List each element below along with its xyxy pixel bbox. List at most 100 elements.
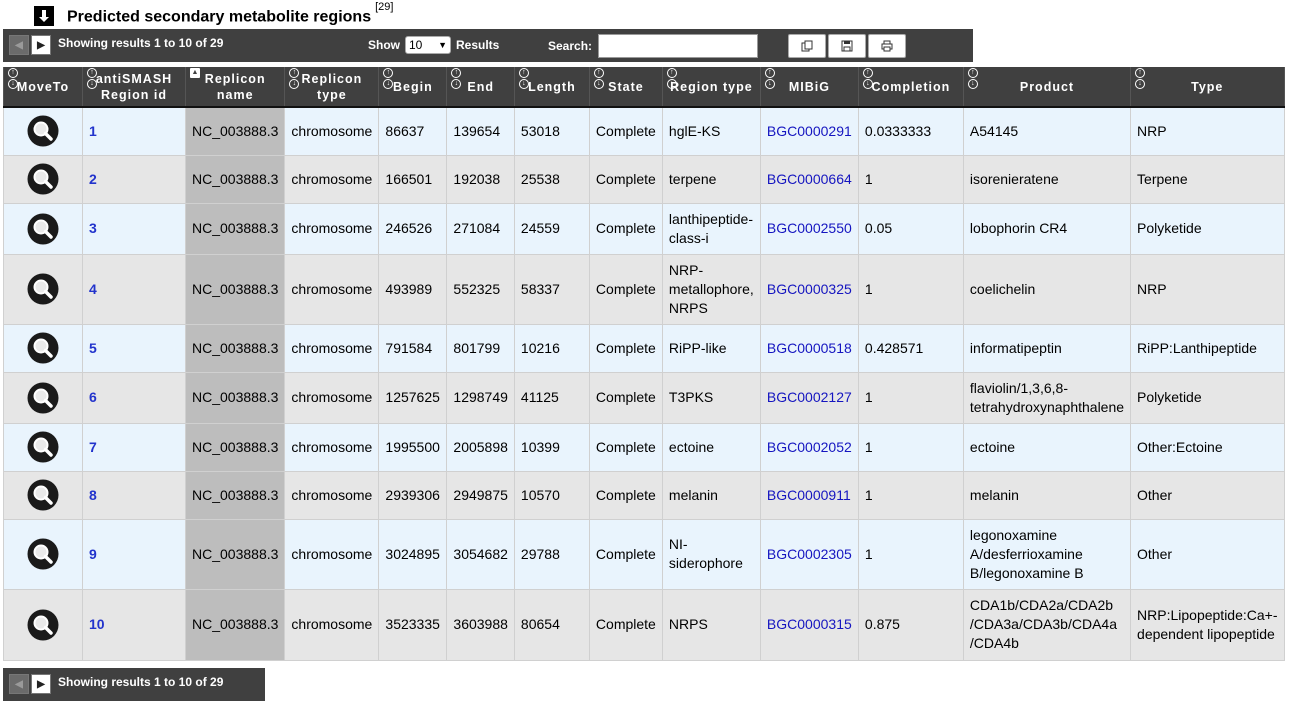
copy-button[interactable] xyxy=(788,34,826,58)
column-header[interactable]: ↑ ↓ Completion xyxy=(857,67,964,108)
mibig-link[interactable]: BGC0000664 xyxy=(767,171,852,187)
begin-value: 2939306 xyxy=(385,486,440,503)
replicon-type-cell: chromosome xyxy=(284,422,380,472)
section-header: Predicted secondary metabolite regions[2… xyxy=(34,1,393,27)
sort-arrows-icon[interactable]: ↑ ↓ xyxy=(666,68,677,90)
column-header[interactable]: ▲ Replicon name xyxy=(184,67,286,108)
print-button[interactable] xyxy=(868,34,906,58)
length-value-cell: 80654 xyxy=(513,588,590,661)
region-id-link[interactable]: 9 xyxy=(89,546,97,562)
magnifier-icon[interactable] xyxy=(27,609,59,641)
column-header[interactable]: ↑ ↓ Length xyxy=(513,67,590,108)
length-value: 80654 xyxy=(520,616,560,632)
magnifier-icon[interactable] xyxy=(27,332,59,364)
region-id-link-cell: 6 xyxy=(82,371,186,424)
sort-arrows-icon[interactable]: ↑ ↓ xyxy=(451,68,462,90)
table-row: 8 NC_003888.3 chromosome 2939306 2949875 1057… xyxy=(3,470,1285,520)
region-id-link[interactable]: 3 xyxy=(89,220,97,236)
column-header[interactable]: ↑ ↓ Begin xyxy=(378,67,448,108)
mibig-link[interactable]: BGC0002550 xyxy=(767,220,852,236)
begin-value-cell: 1257625 xyxy=(378,371,448,424)
sort-arrows-icon[interactable]: ↑ ↓ xyxy=(8,68,18,90)
end-value: 3054682 xyxy=(453,545,508,562)
magnifier-icon[interactable] xyxy=(27,479,59,511)
sort-arrows-icon[interactable]: ↑ ↓ xyxy=(383,68,394,90)
chevron-down-icon: ▼ xyxy=(438,40,447,50)
table-row: 4 NC_003888.3 chromosome 493989 552325 58337 C… xyxy=(3,253,1285,325)
mibig-link[interactable]: BGC0000911 xyxy=(767,487,851,503)
column-header-label: antiSMASH Region id xyxy=(95,71,173,102)
magnifier-icon[interactable] xyxy=(27,273,59,305)
column-header[interactable]: ↑ ↓ Replicon type xyxy=(284,67,380,108)
magnifier-icon[interactable] xyxy=(27,163,59,195)
length-value-cell: 10570 xyxy=(513,470,590,520)
state-value: Complete xyxy=(595,438,656,455)
region-id-link[interactable]: 1 xyxy=(89,123,97,139)
completion-value: 1 xyxy=(864,486,873,503)
column-header[interactable]: ↑ ↓ MoveTo xyxy=(3,67,83,108)
prev-page-button[interactable]: ◀ xyxy=(9,674,29,694)
region-id-link[interactable]: 5 xyxy=(89,340,97,356)
search-input[interactable] xyxy=(598,34,758,58)
sort-arrows-icon[interactable]: ↑ ↓ xyxy=(967,68,978,90)
citation-count[interactable]: [29] xyxy=(375,1,393,13)
mibig-link[interactable]: BGC0000325 xyxy=(767,281,852,297)
mibig-link[interactable]: BGC0000518 xyxy=(767,340,852,356)
replicon-type: chromosome xyxy=(291,389,373,405)
region-id-link[interactable]: 2 xyxy=(89,171,97,187)
begin-value-cell: 3024895 xyxy=(378,518,448,590)
end-value: 271084 xyxy=(453,220,501,236)
region-id-link[interactable]: 7 xyxy=(89,439,97,455)
region-id-link[interactable]: 8 xyxy=(89,487,97,503)
sort-arrows-icon[interactable]: ↑ ↓ xyxy=(518,68,529,90)
table-toolbar: ◀ ▶ Showing results 1 to 10 of 29 Show 1… xyxy=(3,29,973,62)
completion-value-cell: 0.05 xyxy=(857,202,964,255)
column-header[interactable]: ↑ ↓ Type xyxy=(1130,67,1285,108)
sort-arrows-icon[interactable]: ↑ ↓ xyxy=(289,68,300,90)
region-id-link[interactable]: 10 xyxy=(89,616,105,632)
sort-arrows-icon[interactable]: ↑ ↓ xyxy=(1135,68,1146,90)
sort-arrows-icon[interactable]: ↑ ↓ xyxy=(593,68,604,90)
column-header[interactable]: ↑ ↓ Product xyxy=(962,67,1132,108)
magnifier-icon[interactable] xyxy=(27,431,59,463)
type-value-cell: Other xyxy=(1130,518,1285,590)
magnifier-icon[interactable] xyxy=(27,115,59,147)
collapse-arrow-icon[interactable] xyxy=(34,6,54,26)
column-header[interactable]: ↑ ↓ End xyxy=(446,67,515,108)
region-id-link[interactable]: 4 xyxy=(89,281,97,297)
region-type-cell: T3PKS xyxy=(661,371,761,424)
next-page-button[interactable]: ▶ xyxy=(31,35,51,55)
prev-page-button[interactable]: ◀ xyxy=(9,35,29,55)
region-type-cell: ectoine xyxy=(661,422,761,472)
sort-arrows-icon[interactable]: ↑ ↓ xyxy=(764,68,775,90)
replicon-type-cell: chromosome xyxy=(284,253,380,325)
replicon-type-cell: chromosome xyxy=(284,106,380,156)
mibig-link[interactable]: BGC0002127 xyxy=(767,389,852,405)
region-type-cell: NRP-metallophore, NRPS xyxy=(661,253,761,325)
product-name: A54145 xyxy=(969,122,1019,139)
pager: ◀ ▶ xyxy=(9,35,51,55)
sort-arrows-icon[interactable]: ↑ ↓ xyxy=(87,68,97,90)
save-button[interactable] xyxy=(828,34,866,58)
next-page-button[interactable]: ▶ xyxy=(31,674,51,694)
magnifier-icon[interactable] xyxy=(27,538,59,570)
region-id-link[interactable]: 6 xyxy=(89,389,97,405)
magnifier-icon[interactable] xyxy=(27,382,59,414)
completion-value: 1 xyxy=(864,438,873,455)
column-header[interactable]: ↑ ↓ antiSMASH Region id xyxy=(82,67,186,108)
column-header-label: MIBiG xyxy=(788,79,830,94)
mibig-link[interactable]: BGC0000291 xyxy=(767,123,852,139)
column-header[interactable]: ↑ ↓ MIBiG xyxy=(759,67,859,108)
column-header[interactable]: ↑ ↓ Region type xyxy=(661,67,761,108)
print-icon xyxy=(881,40,893,52)
page-size-select[interactable]: 10 ▼ xyxy=(405,36,451,54)
sort-arrows-icon[interactable]: ↑ ↓ xyxy=(862,68,873,90)
sort-arrows-icon[interactable]: ▲ xyxy=(190,68,200,79)
column-header-label: Completion xyxy=(871,79,951,94)
magnifier-icon[interactable] xyxy=(27,213,59,245)
mibig-link[interactable]: BGC0002052 xyxy=(767,439,852,455)
column-header[interactable]: ↑ ↓ State xyxy=(588,67,663,108)
results-info: Showing results 1 to 10 of 29 xyxy=(58,36,224,50)
mibig-link[interactable]: BGC0000315 xyxy=(767,616,852,632)
mibig-link[interactable]: BGC0002305 xyxy=(767,546,852,562)
